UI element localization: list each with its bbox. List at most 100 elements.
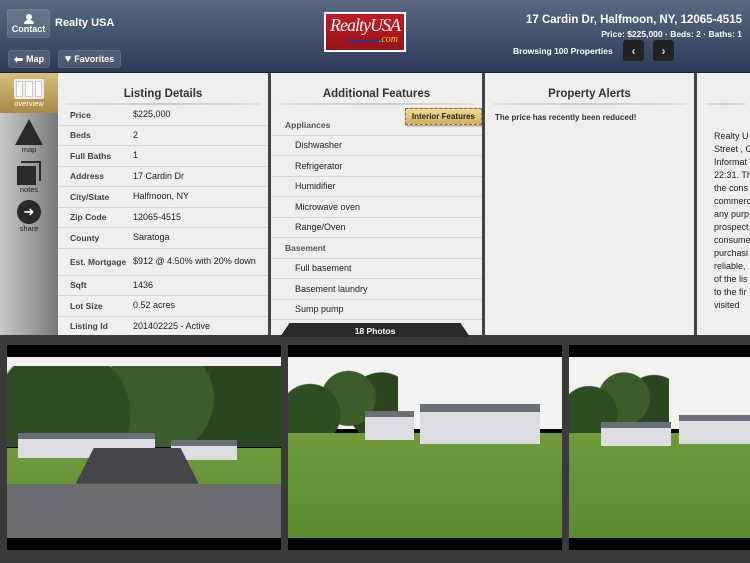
listing-key: Lot Size [70, 300, 103, 311]
feature-item: Dishwasher [271, 136, 482, 156]
feature-group-header: Basement [271, 238, 482, 259]
additional-features-panel: Additional Features Interior Features Ap… [268, 73, 482, 335]
person-icon [23, 13, 34, 24]
sidebar: overview map notes ➜ share [0, 73, 64, 335]
map-label: Map [26, 54, 45, 64]
photos-count-tab[interactable]: 18 Photos [280, 323, 470, 337]
listing-value: Halfmoon, NY [133, 191, 190, 202]
listing-value: 0.52 acres [133, 300, 176, 311]
sidebar-item-map[interactable]: map [0, 119, 58, 154]
feature-item: Range/Oven [271, 218, 482, 238]
disclaimer-line: the cons [714, 183, 749, 193]
realty-usa-logo: RealtyUSA .com [324, 12, 406, 52]
panel-title: Property Alerts [485, 73, 694, 105]
overview-icon [14, 79, 44, 99]
sidebar-label: overview [14, 99, 44, 108]
sidebar-item-notes[interactable]: notes [0, 161, 58, 194]
listing-key: County [70, 232, 100, 243]
property-alerts-panel: Property Alerts The price has recently b… [482, 73, 694, 335]
feature-item: Humidifier [271, 177, 482, 197]
listing-value: $912 @ 4.50% with 20% down [133, 256, 256, 266]
notes-icon [17, 161, 41, 185]
disclaimer-line: Street , C [714, 144, 750, 154]
favorites-label: Favorites [74, 54, 115, 64]
listing-row: Address 17 Cardin Dr [58, 167, 268, 187]
contact-button[interactable]: Contact [7, 9, 50, 38]
disclaimer-line: Informat [714, 157, 748, 167]
next-property-button[interactable]: › [653, 40, 674, 61]
share-arrow-icon: ➜ [17, 200, 41, 224]
panel-title: Listing Details [58, 73, 268, 105]
listing-row: City/State Halfmoon, NY [58, 187, 268, 208]
property-address: 17 Cardin Dr, Halfmoon, NY, 12065-4515 [525, 14, 742, 26]
listing-key: Address [70, 171, 105, 182]
listing-key: Price [70, 109, 91, 120]
browsing-count: Browsing 100 Properties [513, 46, 613, 56]
listing-row: Sqft 1436 [58, 276, 268, 296]
listing-value: 12065-4515 [133, 211, 182, 222]
listing-row: County Saratoga [58, 228, 268, 249]
sidebar-item-overview[interactable]: overview [0, 73, 64, 113]
favorites-button[interactable]: ♥ Favorites [58, 50, 121, 68]
listing-value: 201402225 - Active [133, 320, 211, 331]
header-bar: Contact Realty USA ⬅ Map ♥ Favorites Rea… [0, 0, 750, 73]
listing-value: $225,000 [133, 109, 171, 120]
listing-row: Listing Id 201402225 - Active [58, 317, 268, 336]
property-summary: Price: $225,000 · Beds: 2 · Baths: 1 [601, 29, 742, 39]
disclaimer-line: commerc [714, 196, 750, 206]
listing-key: Beds [70, 130, 91, 141]
map-button[interactable]: ⬅ Map [8, 50, 50, 68]
previous-property-button[interactable]: ‹ [623, 40, 644, 61]
alert-message: The price has recently been reduced! [495, 113, 637, 122]
chevron-left-icon: ‹ [631, 43, 636, 58]
disclaimer-line: Realty U [714, 131, 749, 141]
disclaimer-line: to the fir [714, 287, 747, 297]
panel-title: Additional Features [271, 73, 482, 105]
listing-row: Beds 2 [58, 126, 268, 146]
app-name: Realty USA [55, 17, 115, 29]
listing-row: Zip Code 12065-4515 [58, 208, 268, 228]
disclaimer-line: reliable, [714, 261, 746, 271]
listing-row: Est. Mortgage $912 @ 4.50% with 20% down [58, 249, 268, 276]
disclaimer-line: 22:31. Th [714, 170, 750, 180]
heart-icon: ♥ [64, 53, 72, 65]
disclaimer-text: Realty U Street , C Informat 22:31. Th the c… [714, 130, 750, 312]
feature-item: Full basement [271, 259, 482, 279]
disclaimer-line: prospect [714, 222, 749, 232]
feature-item: Sump pump [271, 300, 482, 320]
listing-key: Full Baths [70, 150, 112, 161]
contact-label: Contact [11, 23, 46, 34]
sidebar-label: map [21, 145, 37, 154]
interior-features-tab[interactable]: Interior Features [404, 108, 482, 125]
listing-value: 1436 [133, 279, 154, 290]
chevron-right-icon: › [661, 43, 666, 58]
property-photo-2[interactable] [288, 345, 562, 550]
listing-key: Sqft [70, 280, 87, 291]
panel-title [697, 73, 750, 105]
disclaimer-line: consume [714, 235, 750, 245]
sidebar-item-share[interactable]: ➜ share [0, 200, 58, 233]
logo-com: .com [378, 34, 398, 45]
listing-key: City/State [70, 191, 110, 202]
logo-text: RealtyUSA [330, 15, 401, 35]
listing-row: Price $225,000 [58, 105, 268, 126]
disclaimer-line: of the lis [714, 274, 748, 284]
listing-row: Full Baths 1 [58, 146, 268, 167]
listing-key: Est. Mortgage [70, 256, 127, 267]
feature-item: Basement laundry [271, 279, 482, 300]
feature-item: Refrigerator [271, 156, 482, 177]
road-icon [15, 119, 43, 145]
listing-details-panel: Listing Details Price $225,000 Beds 2 Full B… [58, 73, 268, 335]
property-photo-3[interactable] [569, 345, 750, 550]
listing-value: 1 [133, 150, 139, 161]
sidebar-label: notes [19, 185, 39, 194]
property-photo-1[interactable] [7, 345, 281, 550]
disclaimer-line: purchasi [714, 248, 749, 258]
arrow-left-icon: ⬅ [13, 53, 24, 66]
disclaimer-line: visited [714, 300, 740, 310]
listing-key: Zip Code [70, 212, 107, 223]
listing-value: 17 Cardin Dr [133, 170, 185, 181]
feature-item: Microwave oven [271, 197, 482, 218]
disclaimer-panel: Realty U Street , C Informat 22:31. Th the c… [694, 73, 750, 335]
listing-value: Saratoga [133, 232, 170, 243]
